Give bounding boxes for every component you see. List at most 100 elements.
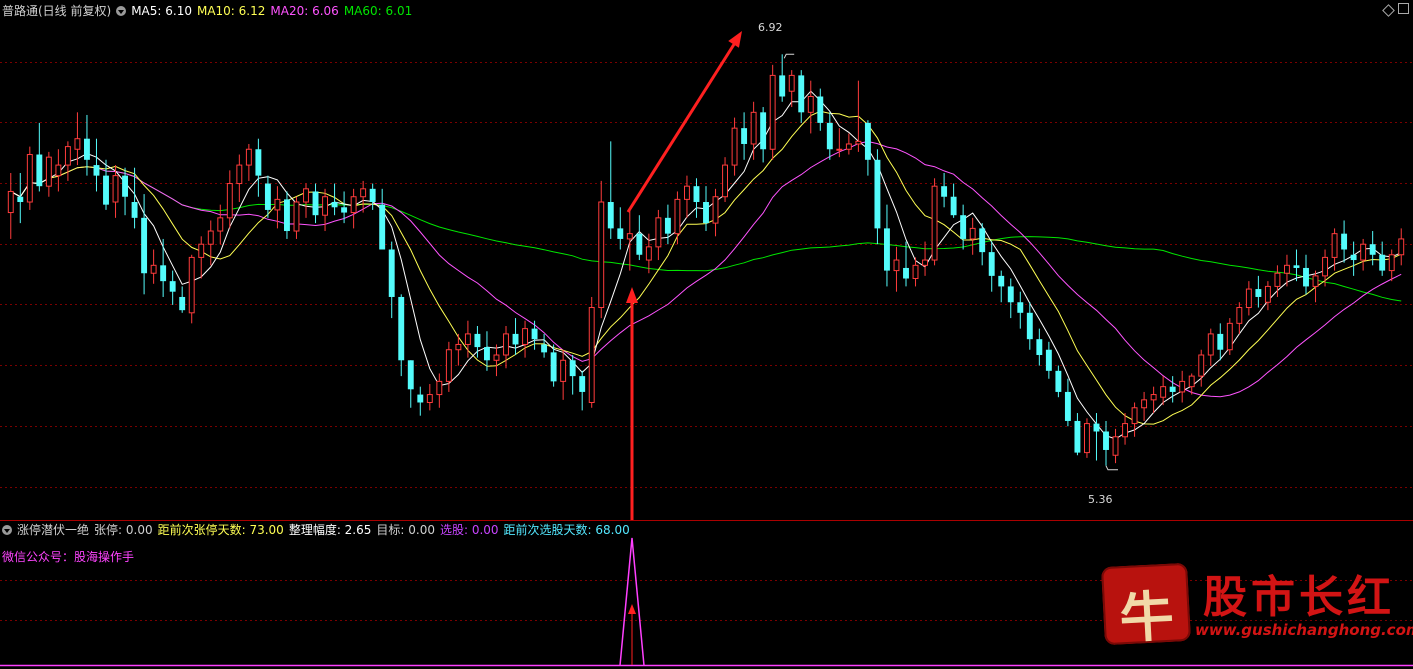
candle [779,54,786,102]
candle-body [722,164,728,198]
candle [150,249,157,284]
candle-body [150,264,157,274]
dropdown-icon[interactable] [116,6,127,16]
candle-body [236,164,243,185]
candle-body [245,148,252,166]
candle [64,141,71,181]
candle [493,344,500,377]
candle-body [207,230,214,245]
candle-body [350,196,357,214]
stock-title: 普路通(日线 前复权) [2,4,112,18]
zhangting-readout: 张停: 0.00 [94,523,153,537]
ma10-readout: MA10: 6.12 [196,4,266,18]
candle [1245,281,1252,316]
candle-body [541,344,548,353]
candle-body [1045,349,1052,371]
candle [1217,323,1224,361]
candle [1207,328,1214,366]
candle [93,138,100,192]
candle [817,88,824,131]
candle [531,320,538,350]
candle [1322,249,1328,287]
candle [807,80,814,134]
candle-body [188,256,195,314]
candle-body [379,204,386,250]
candle-body [798,75,805,113]
candle [579,370,586,411]
candle [893,246,900,292]
watermark-url: www.gushichanghong.com [1195,621,1413,639]
candle-body [1207,333,1214,356]
candle-body [26,154,33,203]
dropdown-icon[interactable] [2,525,12,535]
candle [1226,318,1233,356]
candle [864,120,871,176]
consolidation-readout: 整理幅度: 2.65 [288,523,372,537]
candle [550,344,557,387]
candle-body [1074,420,1081,453]
candle [826,112,833,160]
low-marker [1105,465,1118,471]
high-marker [783,53,795,59]
candle-body [988,252,995,276]
candle [169,270,176,305]
candle [1045,341,1052,379]
candle [607,141,614,239]
candle [979,223,986,266]
candle [1074,413,1081,456]
candle [960,204,967,250]
ma5-readout: MA5: 6.10 [131,4,192,18]
candle-body [1369,244,1376,255]
candle-body [1112,436,1119,456]
candle-body [664,217,671,234]
candle-body [750,111,757,145]
candle-body [484,347,490,361]
candle-body [122,175,128,197]
candle [598,180,605,319]
candle [1331,228,1338,271]
candle-body [369,188,376,203]
candle-body [1379,254,1386,271]
candle-body [1388,254,1395,272]
candle-body [893,259,900,272]
candle-body [217,217,224,232]
ma20-readout: MA20: 6.06 [270,4,339,18]
candle [103,159,109,210]
candle-body [607,202,614,229]
candle [941,172,948,208]
candle [179,286,186,313]
candle-body [588,307,595,403]
candle [1055,365,1062,398]
candle [1236,302,1243,334]
ma60-readout: MA60: 6.01 [343,4,413,18]
candle [1360,238,1367,271]
window-restore-icon[interactable] [1398,3,1409,14]
candle [1169,376,1176,403]
candle [436,373,443,408]
candle [198,236,205,279]
candle [398,294,405,377]
candle-body [179,296,186,311]
diagonal-arrow-head [728,31,742,48]
candle [1303,254,1309,295]
candle [512,318,519,356]
candle [741,112,748,160]
candle-body [464,333,471,345]
candle [417,386,424,416]
candle [645,233,652,274]
candle-body [788,74,795,92]
candle [969,217,976,255]
candle-body [903,267,909,279]
candle-body [474,333,481,348]
candle [884,204,890,287]
candle-body [455,343,462,351]
candle-body [331,202,338,208]
high-price-label: 6.92 [758,21,783,34]
candle [293,196,300,239]
candle [798,70,805,123]
candle [1379,241,1386,276]
candle [874,149,881,245]
candle-body [131,202,138,218]
candle-body [436,380,443,396]
candle [617,207,624,250]
